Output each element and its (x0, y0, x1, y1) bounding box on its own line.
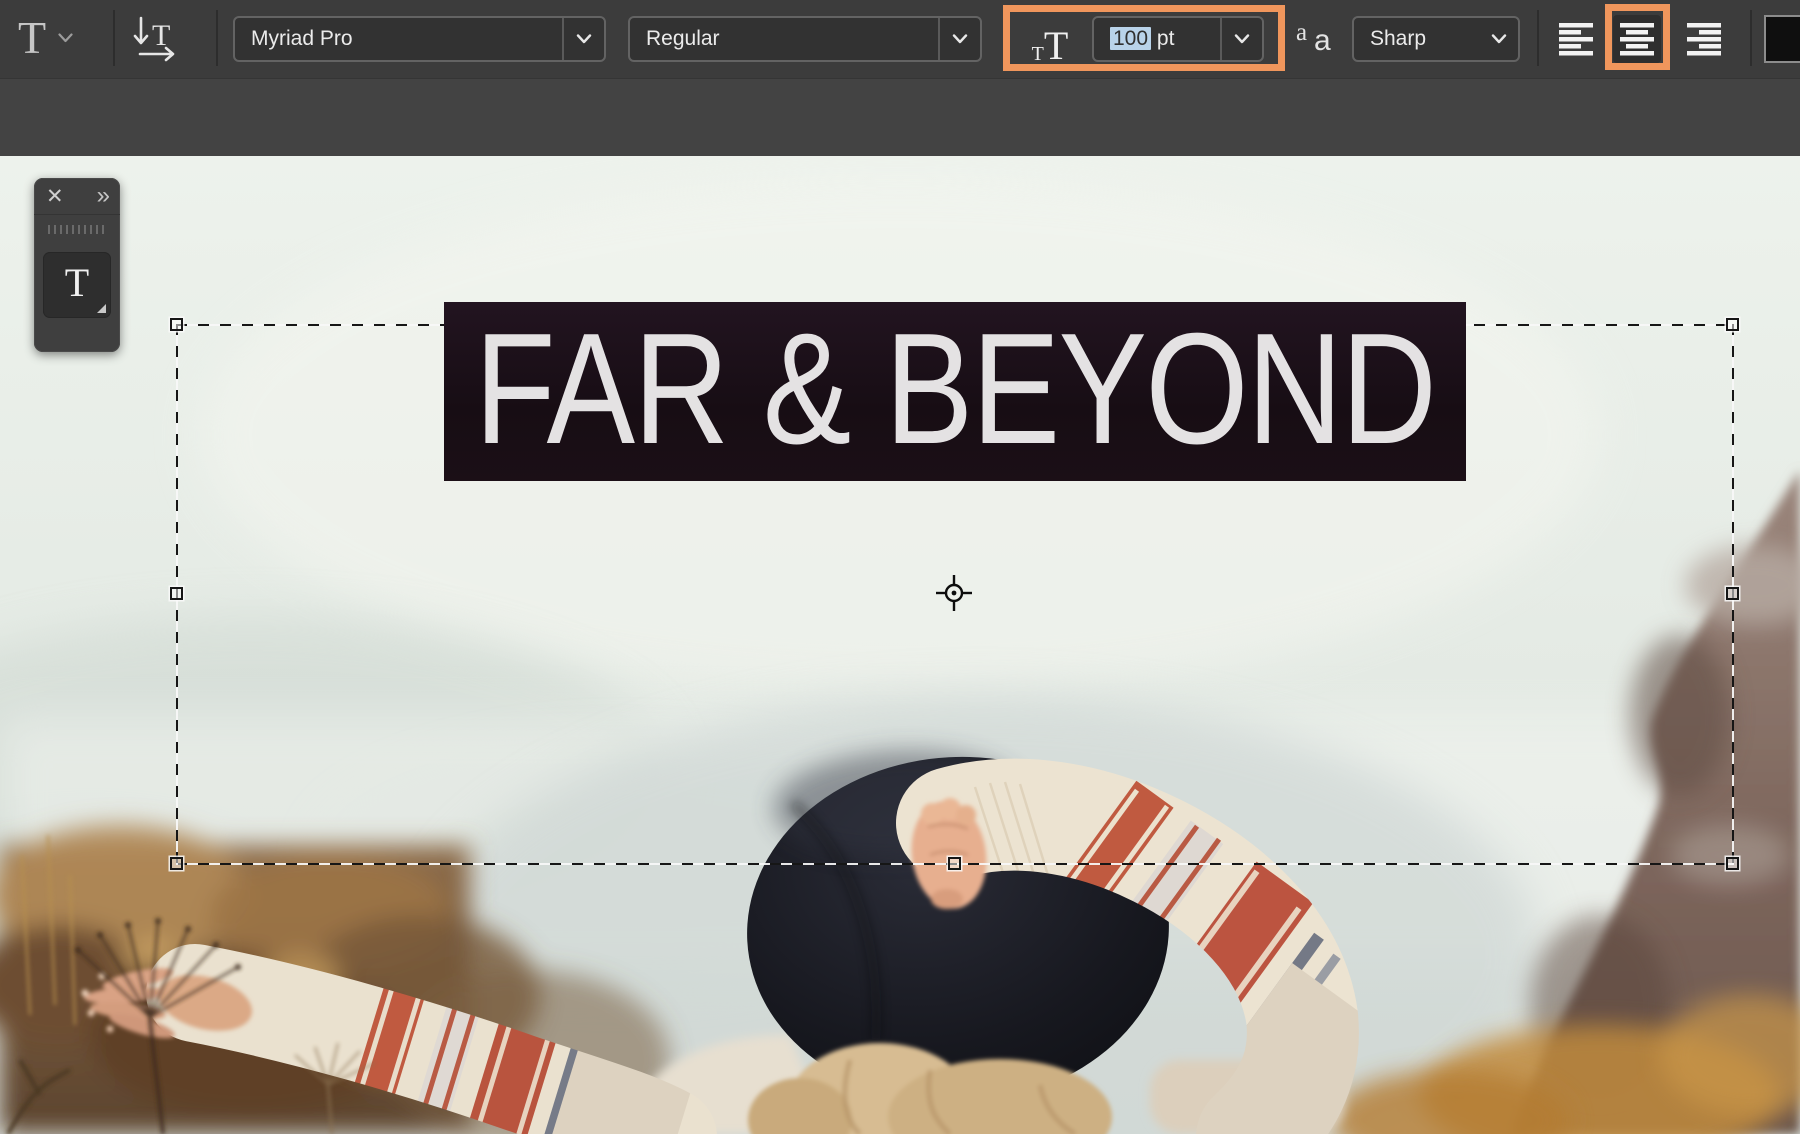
handle-bottom-center[interactable] (948, 857, 961, 870)
type-tool-icon: T (18, 15, 46, 61)
app-window: FAR & BEYOND ✕ » T T (0, 0, 1800, 1134)
handle-top-right[interactable] (1726, 318, 1739, 331)
close-icon[interactable]: ✕ (46, 186, 64, 207)
panel-grip-handle[interactable] (48, 225, 106, 234)
font-size-value[interactable]: 100 pt (1094, 27, 1220, 51)
text-tool-icon: T (65, 263, 89, 307)
tool-flyout-triangle-icon (97, 304, 106, 313)
tool-panel-header: ✕ » (34, 178, 120, 215)
secondary-bar (0, 78, 1800, 156)
reference-point-crosshair[interactable] (934, 573, 974, 613)
handle-bottom-right[interactable] (1726, 857, 1739, 870)
text-color-swatch[interactable] (1764, 15, 1800, 63)
align-center-icon (1619, 23, 1655, 56)
font-style-dropdown[interactable]: Regular (628, 16, 982, 62)
font-size-unit: pt (1157, 27, 1175, 50)
expand-panel-icon[interactable]: » (97, 184, 108, 208)
chevron-down-icon[interactable] (938, 18, 980, 60)
divider (1750, 10, 1752, 66)
handle-bottom-left[interactable] (170, 857, 183, 870)
anti-alias-dropdown[interactable]: Sharp (1352, 16, 1520, 62)
chevron-down-icon (58, 33, 73, 43)
text-layer-box[interactable]: FAR & BEYOND (444, 302, 1466, 481)
anti-alias-value: Sharp (1354, 27, 1480, 51)
floating-tool-panel: ✕ » T (34, 178, 120, 352)
align-left-icon (1559, 23, 1595, 56)
handle-mid-right[interactable] (1726, 587, 1739, 600)
text-orientation-icon[interactable]: T (130, 14, 186, 69)
font-size-icon: TT (1020, 12, 1080, 66)
font-size-number-selected[interactable]: 100 (1110, 27, 1151, 50)
type-tool-options-bar: T T Myriad Pro Regular (0, 0, 1800, 78)
align-left-button[interactable] (1552, 14, 1602, 64)
font-family-dropdown[interactable]: Myriad Pro (233, 16, 606, 62)
chevron-down-icon[interactable] (1480, 34, 1518, 44)
align-right-icon (1685, 23, 1721, 56)
font-style-value: Regular (630, 27, 938, 51)
anti-alias-icon: a a (1294, 12, 1340, 64)
font-family-value: Myriad Pro (235, 27, 562, 51)
chevron-down-icon[interactable] (562, 18, 604, 60)
text-tool-button[interactable]: T (43, 252, 111, 318)
text-layer-content[interactable]: FAR & BEYOND (475, 310, 1436, 474)
divider (113, 10, 115, 66)
handle-mid-left[interactable] (170, 587, 183, 600)
svg-text:T: T (152, 19, 170, 52)
current-tool-indicator[interactable]: T (18, 8, 104, 68)
divider (1537, 10, 1539, 66)
align-center-button[interactable] (1613, 15, 1661, 63)
font-size-field[interactable]: 100 pt (1092, 16, 1264, 62)
handle-top-left[interactable] (170, 318, 183, 331)
align-right-button[interactable] (1678, 14, 1728, 64)
divider (216, 10, 218, 66)
chevron-down-icon[interactable] (1220, 18, 1262, 60)
